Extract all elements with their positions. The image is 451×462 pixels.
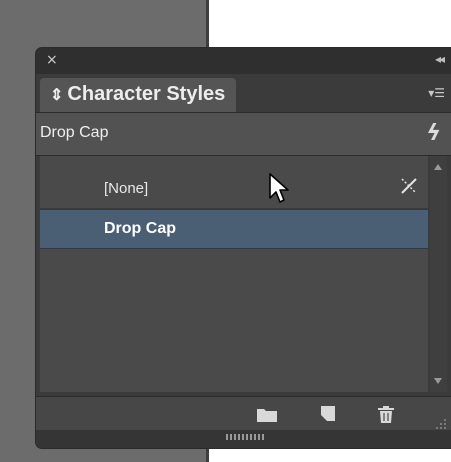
panel-footer [36, 396, 451, 431]
list-item[interactable]: [None] [40, 170, 428, 209]
tab-arrows-icon: ⇕ [50, 87, 64, 104]
current-style-label: Drop Cap [40, 124, 109, 141]
character-styles-panel: × ◂◂ ⇕ Character Styles ▾☰ Drop Cap ϟ [No… [36, 48, 451, 448]
panel-titlebar[interactable]: × ◂◂ [36, 48, 451, 74]
resize-grip-icon[interactable] [435, 415, 447, 429]
double-chevron-left-icon[interactable]: ◂◂ [435, 52, 445, 66]
styles-list: [None] Drop Cap [40, 156, 428, 392]
drag-handle[interactable] [226, 434, 266, 440]
panel-bottom-strip [36, 430, 451, 448]
close-icon[interactable]: × [46, 51, 58, 69]
list-item[interactable]: Drop Cap [40, 209, 428, 249]
trash-icon[interactable] [376, 405, 396, 429]
current-style-bar: Drop Cap ϟ [36, 112, 451, 156]
lightning-icon[interactable]: ϟ [426, 121, 441, 146]
panel-title: ⇕ Character Styles [50, 83, 226, 105]
mouse-pointer-icon [268, 172, 294, 210]
scrollbar[interactable] [430, 156, 447, 392]
style-label: [None] [104, 180, 149, 197]
new-style-icon[interactable] [318, 405, 338, 427]
style-label: Drop Cap [104, 220, 176, 237]
scroll-down-icon[interactable] [434, 378, 442, 384]
tab-character-styles[interactable]: ⇕ Character Styles [40, 78, 236, 112]
scroll-up-icon[interactable] [434, 164, 442, 170]
folder-icon[interactable] [256, 405, 278, 427]
no-style-icon [398, 176, 420, 199]
panel-menu-icon[interactable]: ▾☰ [428, 86, 445, 100]
